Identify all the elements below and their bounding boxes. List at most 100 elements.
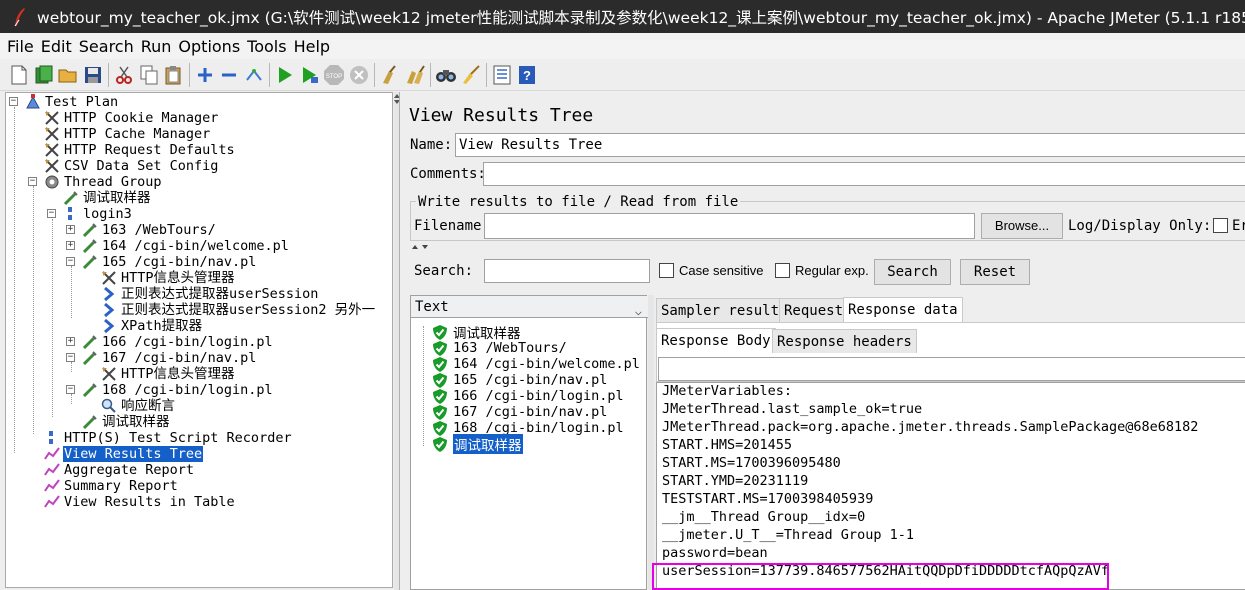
regular-exp-checkbox[interactable]: [775, 263, 790, 278]
menu-tools[interactable]: Tools: [244, 37, 289, 56]
tree-node-http-cookie-manager[interactable]: HTTP Cookie Manager: [44, 110, 219, 126]
cut-icon[interactable]: [113, 64, 135, 86]
tree-node-view-results-in-table[interactable]: View Results in Table: [44, 494, 236, 510]
tree-node-xpath-extractor[interactable]: XPath提取器: [101, 318, 203, 334]
tree-node-recorder[interactable]: HTTP(S) Test Script Recorder: [44, 430, 293, 446]
save-icon[interactable]: [82, 64, 104, 86]
result-item[interactable]: 166 /cgi-bin/login.pl: [433, 388, 624, 404]
tree-node-http-request-defaults[interactable]: HTTP Request Defaults: [44, 142, 236, 158]
open-icon[interactable]: [57, 64, 79, 86]
collapse-toggle[interactable]: −: [47, 209, 56, 218]
menu-run[interactable]: Run: [138, 37, 175, 56]
file-section-title: Write results to file / Read from file: [416, 194, 741, 210]
result-item[interactable]: 调试取样器: [433, 434, 523, 454]
name-field[interactable]: View Results Tree: [455, 133, 1245, 157]
jmeter-feather-icon: [8, 5, 31, 29]
tab-response-headers[interactable]: Response headers: [772, 329, 917, 353]
expand-toggle[interactable]: +: [66, 337, 75, 346]
tree-node-header-manager[interactable]: HTTP信息头管理器: [101, 270, 236, 286]
tree-node-login3[interactable]: login3: [63, 206, 133, 222]
menu-file[interactable]: File: [4, 37, 37, 56]
new-icon[interactable]: [8, 64, 30, 86]
tab-response-data[interactable]: Response data: [843, 297, 963, 323]
result-item[interactable]: 调试取样器: [433, 324, 521, 342]
tree-node-view-results-tree[interactable]: View Results Tree: [44, 446, 204, 462]
result-item[interactable]: 167 /cgi-bin/nav.pl: [433, 404, 607, 420]
collapse-toggle[interactable]: −: [9, 97, 18, 106]
reset-button[interactable]: Reset: [960, 259, 1030, 285]
errors-checkbox[interactable]: [1213, 218, 1228, 233]
test-plan-tree[interactable]: − − − + + − + − − Test Plan HTTP Cookie …: [5, 92, 393, 588]
result-item-label: 164 /cgi-bin/welcome.pl: [453, 356, 640, 372]
tree-node-csv-data-set-config[interactable]: CSV Data Set Config: [44, 158, 219, 174]
search-button[interactable]: Search: [874, 259, 951, 285]
clear-all-icon[interactable]: [404, 64, 426, 86]
collapse-toggle[interactable]: −: [28, 177, 37, 186]
case-sensitive-checkbox[interactable]: [659, 263, 674, 278]
renderer-select[interactable]: Text ⌵: [411, 296, 648, 318]
tree-node-166-login[interactable]: 166 /cgi-bin/login.pl: [82, 334, 274, 350]
tree-node-regex-extractor[interactable]: 正则表达式提取器userSession: [101, 286, 319, 302]
result-item[interactable]: 163 /WebTours/: [433, 340, 567, 356]
tree-node-debug-sampler[interactable]: 调试取样器: [63, 190, 152, 206]
menu-options[interactable]: Options: [175, 37, 243, 56]
help-icon[interactable]: ?: [516, 64, 538, 86]
menu-edit[interactable]: Edit: [38, 37, 75, 56]
tab-response-body[interactable]: Response Body: [656, 328, 776, 352]
tree-node-summary-report[interactable]: Summary Report: [44, 478, 179, 494]
tree-node-aggregate-report[interactable]: Aggregate Report: [44, 462, 195, 478]
toolbar-separator: [188, 62, 190, 87]
tree-node-test-plan[interactable]: Test Plan: [25, 94, 119, 110]
copy-icon[interactable]: [138, 64, 160, 86]
toolbar-separator: [486, 62, 487, 87]
splitter-arrow-down[interactable]: [422, 245, 428, 249]
start-icon[interactable]: [274, 64, 296, 86]
tab-request[interactable]: Request: [779, 298, 849, 322]
browse-button[interactable]: Browse...: [981, 213, 1063, 239]
tree-node-164-welcome[interactable]: 164 /cgi-bin/welcome.pl: [82, 238, 290, 254]
tree-node-163-webtours[interactable]: 163 /WebTours/: [82, 222, 217, 238]
filename-field[interactable]: [484, 213, 975, 239]
response-search-field[interactable]: [658, 357, 1245, 381]
shutdown-icon[interactable]: [348, 64, 370, 86]
tree-node-http-cache-manager[interactable]: HTTP Cache Manager: [44, 126, 211, 142]
response-body-text[interactable]: JMeterVariables: JMeterThread.last_sample…: [656, 382, 1245, 590]
tree-node-thread-group[interactable]: Thread Group: [44, 174, 163, 190]
expand-toggle[interactable]: +: [66, 225, 75, 234]
toggle-icon[interactable]: [243, 64, 265, 86]
comments-field[interactable]: [483, 162, 1245, 186]
tree-node-debug-sampler-2[interactable]: 调试取样器: [82, 414, 171, 430]
response-line: JMeterThread.last_sample_ok=true: [662, 401, 923, 417]
search-icon[interactable]: [435, 64, 457, 86]
start-no-pause-icon[interactable]: [299, 64, 321, 86]
paste-icon[interactable]: [162, 64, 184, 86]
tree-node-168-login[interactable]: 168 /cgi-bin/login.pl: [82, 382, 274, 398]
collapse-toggle[interactable]: −: [66, 385, 75, 394]
result-item[interactable]: 165 /cgi-bin/nav.pl: [433, 372, 607, 388]
results-split-divider[interactable]: [648, 295, 654, 590]
templates-icon[interactable]: [33, 64, 55, 86]
search-input[interactable]: [484, 259, 650, 283]
tree-node-response-assertion[interactable]: 响应断言: [101, 398, 176, 414]
collapse-toggle[interactable]: −: [66, 257, 75, 266]
tree-node-header-manager-2[interactable]: HTTP信息头管理器: [101, 366, 236, 382]
tree-node-165-nav[interactable]: 165 /cgi-bin/nav.pl: [82, 254, 257, 270]
result-item[interactable]: 164 /cgi-bin/welcome.pl: [433, 356, 640, 372]
expand-toggle[interactable]: +: [66, 241, 75, 250]
tab-sampler-result[interactable]: Sampler result: [656, 298, 785, 322]
function-helper-icon[interactable]: [491, 64, 513, 86]
splitter-arrow-up[interactable]: [412, 245, 418, 249]
results-list[interactable]: Text ⌵ 调试取样器 163 /WebTours/164 /cgi-bin/w…: [410, 295, 648, 590]
tree-node-regex-extractor-2[interactable]: 正则表达式提取器userSession2 另外一: [101, 302, 376, 318]
reset-search-icon[interactable]: [460, 64, 482, 86]
collapse-toggle[interactable]: −: [66, 353, 75, 362]
menu-search[interactable]: Search: [76, 37, 137, 56]
menu-help[interactable]: Help: [291, 37, 333, 56]
clear-icon[interactable]: [379, 64, 401, 86]
result-item-label: 165 /cgi-bin/nav.pl: [453, 372, 608, 388]
expand-icon[interactable]: [194, 64, 216, 86]
collapse-icon[interactable]: [218, 64, 240, 86]
sampler-icon: [63, 190, 79, 206]
tree-node-167-nav[interactable]: 167 /cgi-bin/nav.pl: [82, 350, 257, 366]
stop-icon[interactable]: STOP: [323, 64, 345, 86]
